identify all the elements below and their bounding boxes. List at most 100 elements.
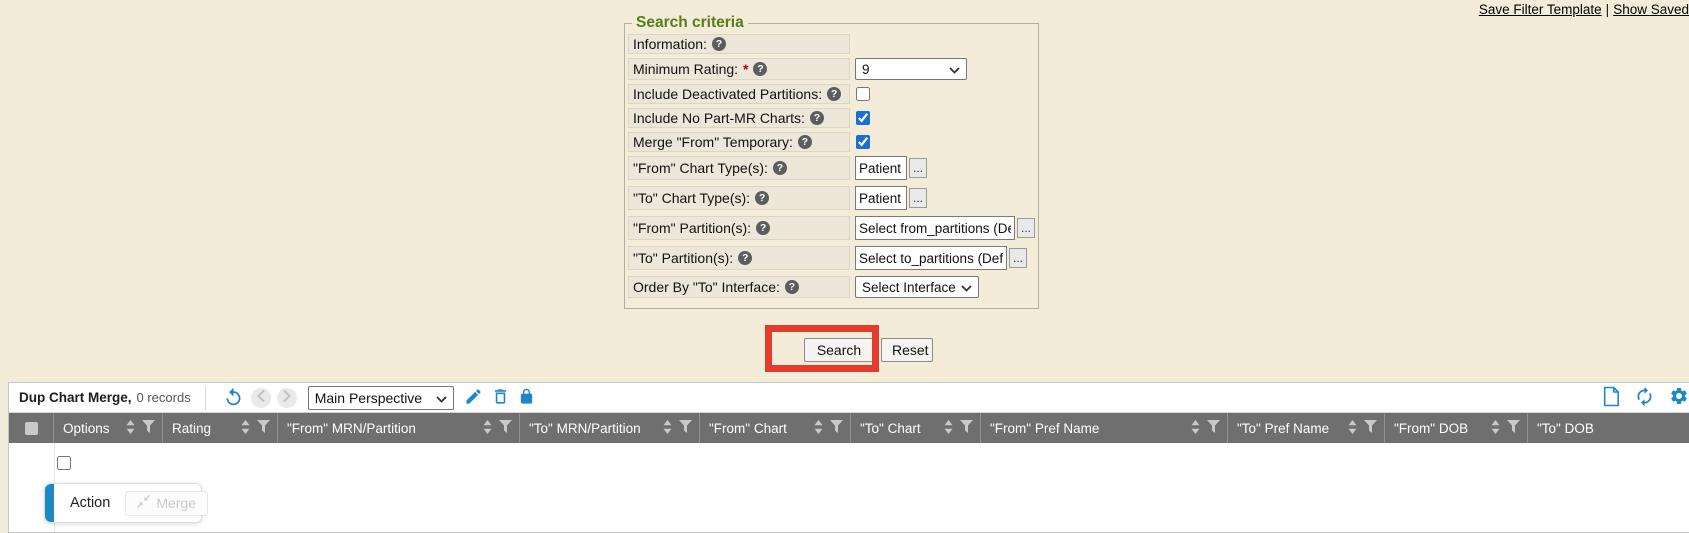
help-icon[interactable]: ?	[798, 135, 812, 149]
include-no-part-mr-charts-checkbox[interactable]	[856, 111, 870, 125]
help-icon[interactable]: ?	[810, 111, 824, 125]
refresh-icon	[1634, 386, 1655, 410]
next-perspective-button[interactable]	[277, 388, 297, 408]
search-form-rows: Information:? Minimum Rating: *? 9 Include D…	[628, 34, 1035, 298]
undo-button[interactable]	[223, 386, 244, 410]
filter-funnel-icon[interactable]	[960, 420, 973, 436]
field-control-include-deactivated-partitions	[855, 84, 870, 104]
column-header-to-chart[interactable]: "To" Chart	[851, 413, 981, 443]
from-chart-types-picker-button[interactable]: ...	[909, 158, 927, 178]
required-asterisk: *	[743, 61, 748, 77]
column-label: "From" Pref Name	[990, 421, 1099, 436]
order-by-to-interface-select[interactable]: Select Interface	[855, 276, 979, 298]
show-saved-link[interactable]: Show Saved	[1613, 2, 1689, 17]
sort-icon[interactable]	[1490, 420, 1501, 437]
merge-button[interactable]: Merge	[125, 491, 208, 516]
column-header-from-chart[interactable]: "From" Chart	[700, 413, 851, 443]
column-header-rating[interactable]: Rating	[163, 413, 278, 443]
filter-funnel-icon[interactable]	[1207, 420, 1220, 436]
search-button[interactable]: Search	[804, 338, 874, 362]
field-label-text: Minimum Rating:	[633, 61, 738, 77]
settings-button[interactable]	[1669, 386, 1689, 409]
help-icon[interactable]: ?	[773, 161, 787, 175]
filter-funnel-icon[interactable]	[499, 420, 512, 436]
row-checkbox[interactable]	[57, 456, 71, 470]
sort-icon[interactable]	[1190, 420, 1201, 437]
select-all-checkbox[interactable]	[25, 422, 38, 435]
form-row-include-deactivated-partitions: Include Deactivated Partitions:?	[628, 84, 1035, 104]
column-header-options[interactable]: Options	[54, 413, 163, 443]
column-header-icons	[232, 420, 270, 437]
to-chart-types-input[interactable]	[855, 186, 907, 210]
delete-perspective-button[interactable]	[491, 387, 510, 409]
filter-funnel-icon[interactable]	[142, 420, 155, 436]
column-header-from-pref-name[interactable]: "From" Pref Name	[981, 413, 1228, 443]
help-icon[interactable]: ?	[756, 221, 770, 235]
field-control-include-no-part-mr-charts	[855, 108, 870, 128]
field-label-text: Information:	[633, 36, 707, 52]
sort-icon[interactable]	[662, 420, 673, 437]
action-panel: Action Merge	[44, 483, 202, 523]
column-header-icons	[805, 420, 843, 437]
refresh-button[interactable]	[1634, 386, 1655, 410]
field-control-merge-from-temporary	[855, 132, 870, 152]
search-criteria-legend: Search criteria	[632, 14, 748, 32]
field-label-to-chart-types: "To" Chart Type(s):?	[628, 186, 850, 210]
column-header-from-mrn-partition[interactable]: "From" MRN/Partition	[278, 413, 520, 443]
help-icon[interactable]: ?	[755, 191, 769, 205]
chevron-down-icon	[436, 390, 447, 406]
column-header-to-mrn-partition[interactable]: "To" MRN/Partition	[520, 413, 700, 443]
field-label-text: "To" Chart Type(s):	[633, 190, 750, 206]
sort-icon[interactable]	[813, 420, 824, 437]
help-icon[interactable]: ?	[785, 280, 799, 294]
sort-icon[interactable]	[240, 420, 251, 437]
sort-icon[interactable]	[482, 420, 493, 437]
filter-funnel-icon[interactable]	[830, 420, 843, 436]
header-cells: OptionsRating"From" MRN/Partition"To" MR…	[54, 413, 1689, 443]
filter-funnel-icon[interactable]	[1507, 420, 1520, 436]
sort-icon[interactable]	[943, 420, 954, 437]
include-deactivated-partitions-checkbox[interactable]	[856, 87, 870, 101]
page: Save Filter Template|Show Saved Search c…	[0, 0, 1689, 533]
sort-icon[interactable]	[1347, 420, 1358, 437]
form-row-include-no-part-mr-charts: Include No Part-MR Charts:?	[628, 108, 1035, 128]
form-row-to-partitions: "To" Partition(s):?...	[628, 246, 1035, 270]
column-header-to-dob[interactable]: "To" DOB	[1528, 413, 1689, 443]
action-panel-accent-bar	[45, 484, 54, 522]
column-header-to-pref-name[interactable]: "To" Pref Name	[1228, 413, 1385, 443]
grid-header-row: OptionsRating"From" MRN/Partition"To" MR…	[9, 413, 1689, 443]
to-partitions-input[interactable]	[855, 246, 1007, 270]
column-label: "To" Pref Name	[1237, 421, 1329, 436]
help-icon[interactable]: ?	[712, 37, 726, 51]
to-partitions-picker-button[interactable]: ...	[1009, 248, 1027, 268]
edit-perspective-button[interactable]	[464, 387, 483, 409]
sort-icon[interactable]	[125, 420, 136, 437]
previous-perspective-button[interactable]	[251, 388, 271, 408]
merge-from-temporary-checkbox[interactable]	[856, 135, 870, 149]
from-partitions-picker-button[interactable]: ...	[1017, 218, 1035, 238]
column-header-from-dob[interactable]: "From" DOB	[1385, 413, 1528, 443]
from-partitions-input[interactable]	[855, 216, 1015, 240]
from-chart-types-input[interactable]	[855, 156, 907, 180]
field-label-minimum-rating: Minimum Rating: *?	[628, 58, 850, 80]
export-button[interactable]	[1602, 386, 1620, 410]
filter-funnel-icon[interactable]	[257, 420, 270, 436]
lock-perspective-button[interactable]	[518, 387, 535, 409]
to-chart-types-picker-button[interactable]: ...	[909, 188, 927, 208]
help-icon[interactable]: ?	[753, 62, 767, 76]
column-header-icons	[1482, 420, 1520, 437]
field-label-from-chart-types: "From" Chart Type(s):?	[628, 156, 850, 180]
minimum-rating-select[interactable]: 9	[855, 58, 967, 80]
perspective-select[interactable]: Main Perspective	[308, 386, 454, 410]
field-label-text: Include Deactivated Partitions:	[633, 86, 822, 102]
reset-button[interactable]: Reset	[881, 338, 933, 362]
select-all-checkbox-cell[interactable]	[9, 413, 54, 443]
save-filter-template-link[interactable]: Save Filter Template	[1479, 2, 1602, 17]
filter-funnel-icon[interactable]	[1364, 420, 1377, 436]
field-label-from-partitions: "From" Partition(s):?	[628, 216, 850, 240]
help-icon[interactable]: ?	[827, 87, 841, 101]
form-row-from-chart-types: "From" Chart Type(s):?...	[628, 156, 1035, 180]
help-icon[interactable]: ?	[738, 251, 752, 265]
action-label: Action	[70, 495, 110, 511]
filter-funnel-icon[interactable]	[679, 420, 692, 436]
